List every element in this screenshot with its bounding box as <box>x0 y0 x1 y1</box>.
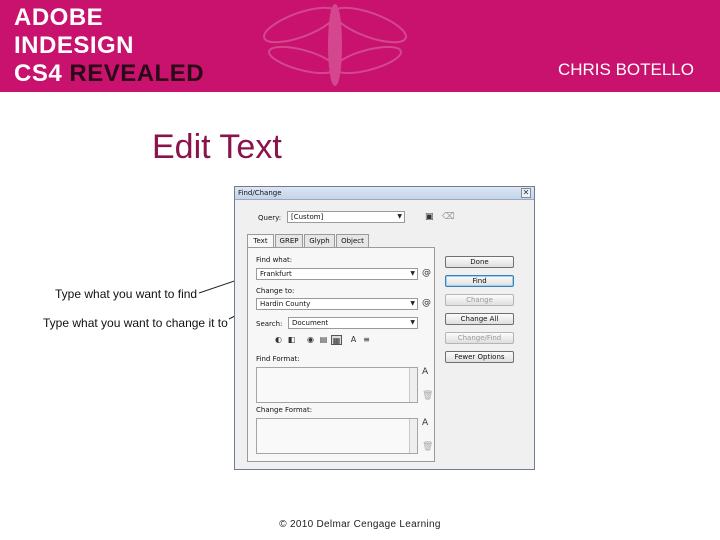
chevron-down-icon: ▼ <box>410 300 415 307</box>
include-locked-stories-icon[interactable]: ◧ <box>286 335 297 345</box>
include-hidden-layers-icon[interactable]: ◉ <box>305 335 316 345</box>
find-what-input[interactable]: Frankfurt ▼ <box>256 268 418 280</box>
change-to-input[interactable]: Hardin County ▼ <box>256 298 418 310</box>
chevron-down-icon: ▼ <box>410 270 415 277</box>
change-button[interactable]: Change <box>445 294 514 306</box>
query-value: [Custom] <box>291 213 324 221</box>
header-banner: ADOBE INDESIGN CS4 REVEALED CHRIS BOTELL… <box>0 0 720 92</box>
query-label: Query: <box>258 214 282 222</box>
special-characters-icon[interactable]: @ <box>422 268 431 278</box>
whole-word-icon[interactable]: ≡ <box>361 335 372 345</box>
slide-title: Edit Text <box>152 128 282 166</box>
specify-format-icon[interactable]: A <box>422 367 428 377</box>
include-master-pages-icon[interactable]: ▤ <box>318 335 329 345</box>
done-button[interactable]: Done <box>445 256 514 268</box>
trash-icon[interactable]: 🗑 <box>422 442 433 452</box>
change-to-value: Hardin County <box>260 300 311 308</box>
brand-line-1: ADOBE <box>14 4 104 31</box>
find-format-box[interactable] <box>256 367 418 403</box>
query-select[interactable]: [Custom] ▼ <box>287 211 405 223</box>
change-find-button[interactable]: Change/Find <box>445 332 514 344</box>
dialog-title: Find/Change <box>238 189 282 197</box>
brand-logo: ADOBE INDESIGN CS4 REVEALED <box>14 4 204 88</box>
trash-icon[interactable]: 🗑 <box>422 391 433 401</box>
special-characters-icon[interactable]: @ <box>422 298 431 308</box>
include-locked-layers-icon[interactable]: ◐ <box>273 335 284 345</box>
change-format-box[interactable] <box>256 418 418 454</box>
chevron-down-icon: ▼ <box>397 213 402 220</box>
tab-grep[interactable]: GREP <box>275 234 303 247</box>
search-scope-select[interactable]: Document ▼ <box>288 317 418 329</box>
brand-line-3: CS4 REVEALED <box>14 60 204 88</box>
change-format-scrollbar[interactable] <box>409 419 417 453</box>
chevron-down-icon: ▼ <box>410 319 415 326</box>
tab-text[interactable]: Text <box>247 234 274 248</box>
brand-cs4: CS4 <box>14 60 63 87</box>
change-format-label: Change Format: <box>256 406 313 414</box>
delete-query-icon[interactable]: ⌫ <box>442 212 455 222</box>
brand-revealed: REVEALED <box>69 60 205 87</box>
find-format-scrollbar[interactable] <box>409 368 417 402</box>
find-what-value: Frankfurt <box>260 270 292 278</box>
dragonfly-watermark-icon <box>263 4 407 86</box>
specify-format-icon[interactable]: A <box>422 418 428 428</box>
close-icon[interactable]: ✕ <box>521 188 531 198</box>
tab-object[interactable]: Object <box>336 234 369 247</box>
case-sensitive-icon[interactable]: A <box>348 335 359 345</box>
dialog-titlebar: Find/Change ✕ <box>235 187 534 200</box>
callout-change: Type what you want to change it to <box>43 316 228 330</box>
callout-find: Type what you want to find <box>55 287 198 301</box>
change-to-label: Change to: <box>256 287 295 295</box>
search-scope-value: Document <box>292 319 329 327</box>
tab-glyph[interactable]: Glyph <box>304 234 335 247</box>
find-change-dialog: Find/Change ✕ Query: [Custom] ▼ ▣ ⌫ Text… <box>234 186 535 470</box>
include-footnotes-icon[interactable]: ▦ <box>331 335 342 345</box>
save-query-icon[interactable]: ▣ <box>425 212 434 222</box>
copyright-footer: © 2010 Delmar Cengage Learning <box>279 519 441 530</box>
find-format-label: Find Format: <box>256 355 300 363</box>
change-all-button[interactable]: Change All <box>445 313 514 325</box>
find-button[interactable]: Find <box>445 275 514 287</box>
author-name: CHRIS BOTELLO <box>557 60 694 79</box>
search-label: Search: <box>256 320 283 328</box>
fewer-options-button[interactable]: Fewer Options <box>445 351 514 363</box>
find-what-label: Find what: <box>256 256 293 264</box>
brand-line-2: INDESIGN <box>14 32 135 59</box>
